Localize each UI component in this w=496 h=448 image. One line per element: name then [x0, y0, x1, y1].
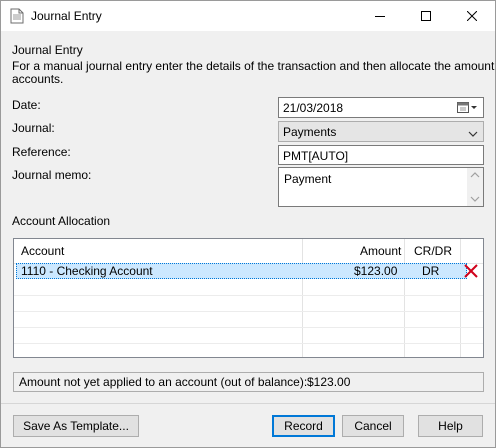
memo-textarea[interactable]: Payment	[278, 167, 484, 207]
close-icon	[467, 11, 477, 21]
date-value: 21/03/2018	[283, 101, 344, 115]
journal-label: Journal:	[12, 121, 55, 135]
close-button[interactable]	[449, 1, 495, 31]
minimize-button[interactable]	[357, 1, 403, 31]
chevron-down-icon	[468, 127, 478, 141]
section-heading: Journal Entry	[12, 43, 83, 57]
calendar-icon	[457, 102, 477, 113]
red-x-icon	[464, 264, 478, 278]
minimize-icon	[375, 16, 385, 17]
out-of-balance-status: Amount not yet applied to an account (ou…	[13, 372, 484, 392]
maximize-button[interactable]	[403, 1, 449, 31]
document-icon	[10, 8, 24, 24]
memo-scrollbar[interactable]	[467, 168, 483, 206]
column-header-account[interactable]: Account	[21, 243, 64, 259]
allocation-label: Account Allocation	[12, 214, 111, 228]
row-crdr: DR	[422, 264, 440, 278]
row-account: 1110 - Checking Account	[21, 264, 153, 278]
date-label: Date:	[12, 98, 41, 112]
save-as-template-button[interactable]: Save As Template...	[13, 415, 139, 437]
title-bar[interactable]: Journal Entry	[1, 1, 495, 31]
allocation-grid[interactable]: Account Amount CR/DR 1110 - Checking Acc…	[13, 238, 484, 358]
out-of-balance-value: $123.00	[307, 375, 351, 389]
grid-header: Account Amount CR/DR	[14, 239, 483, 264]
column-header-crdr[interactable]: CR/DR	[414, 243, 452, 259]
calendar-dropdown[interactable]	[457, 101, 479, 117]
memo-label: Journal memo:	[12, 168, 92, 182]
cancel-button[interactable]: Cancel	[342, 415, 404, 437]
date-picker[interactable]: 21/03/2018	[278, 97, 484, 118]
window-title: Journal Entry	[31, 9, 102, 23]
delete-row-button[interactable]	[463, 264, 479, 281]
record-button[interactable]: Record	[272, 415, 335, 437]
column-header-amount[interactable]: Amount	[360, 243, 401, 259]
out-of-balance-label: Amount not yet applied to an account (ou…	[19, 375, 308, 389]
description-line-2: accounts.	[12, 72, 64, 86]
reference-value: PMT[AUTO]	[283, 149, 349, 163]
journal-entry-window: Journal Entry Journal Entry For a manual…	[0, 0, 496, 448]
row-amount: $123.00	[354, 264, 398, 278]
help-button[interactable]: Help	[418, 415, 483, 437]
reference-label: Reference:	[12, 145, 71, 159]
reference-input[interactable]: PMT[AUTO]	[278, 145, 484, 165]
maximize-icon	[421, 11, 431, 21]
memo-value: Payment	[284, 172, 332, 186]
journal-select[interactable]: Payments	[278, 121, 484, 142]
description-line-1: For a manual journal entry enter the det…	[12, 59, 496, 73]
journal-value: Payments	[283, 125, 337, 139]
